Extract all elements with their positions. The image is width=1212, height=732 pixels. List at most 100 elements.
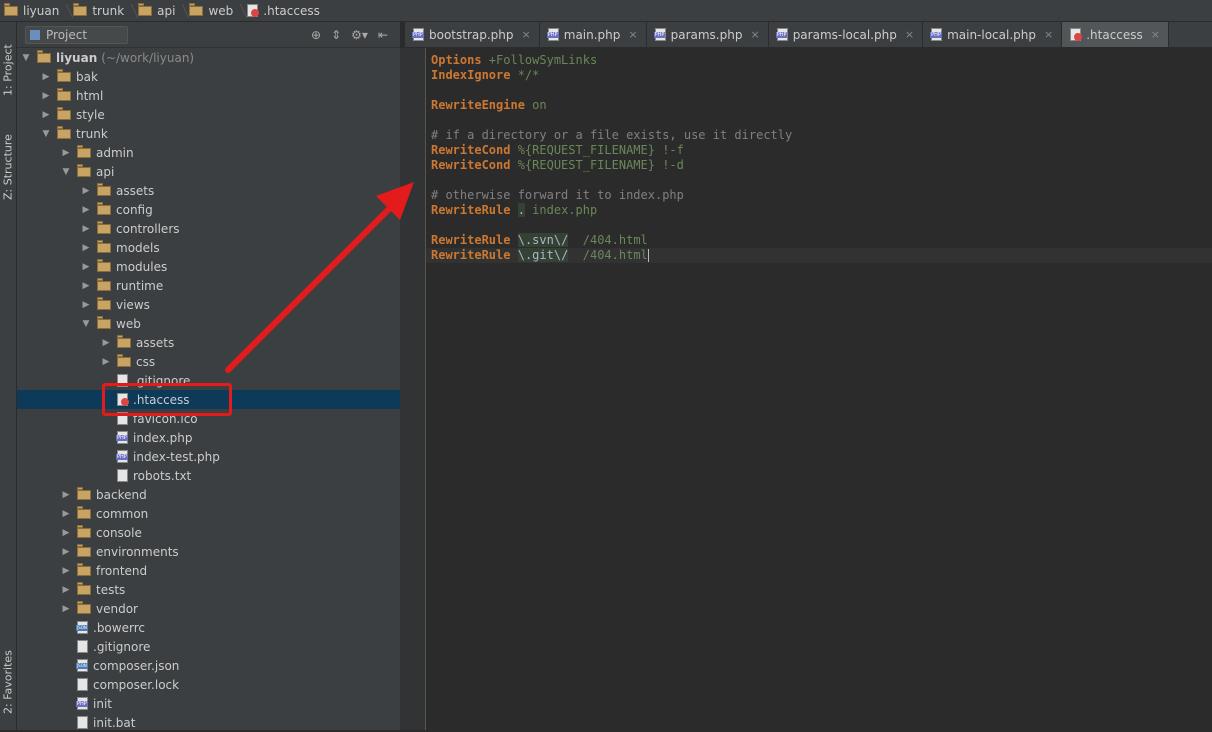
collapse-arrow-icon[interactable]: ▼ [39, 129, 53, 139]
editor-tab[interactable]: main-local.php × [923, 22, 1063, 47]
close-icon[interactable]: × [1044, 28, 1053, 41]
tree-folder[interactable]: ▶ environments [17, 542, 400, 561]
tree-file[interactable]: ▶favicon.ico [17, 409, 400, 428]
tree-folder[interactable]: ▶ tests [17, 580, 400, 599]
tree-file[interactable]: ▶.bowerrc [17, 618, 400, 637]
tree-folder[interactable]: ▶ assets [17, 333, 400, 352]
expand-arrow-icon[interactable]: ▶ [39, 91, 53, 101]
expand-arrow-icon[interactable]: ▶ [79, 262, 93, 272]
code-editor[interactable]: Options +FollowSymLinks IndexIgnore */* R… [426, 48, 1212, 730]
collapse-arrow-icon[interactable]: ▼ [79, 319, 93, 329]
code-line: RewriteCond %{REQUEST_FILENAME} !-f [431, 143, 1212, 158]
tree-folder[interactable]: ▶ assets [17, 181, 400, 200]
close-icon[interactable]: × [1151, 28, 1160, 41]
expand-arrow-icon[interactable]: ▶ [39, 72, 53, 82]
tree-folder[interactable]: ▶ vendor [17, 599, 400, 618]
tree-file[interactable]: ▶.htaccess [17, 390, 400, 409]
close-icon[interactable]: × [905, 28, 914, 41]
breadcrumb-item[interactable]: liyuan [4, 0, 73, 22]
tree-folder[interactable]: ▶ models [17, 238, 400, 257]
gear-icon[interactable]: ⚙▾ [351, 28, 368, 42]
close-icon[interactable]: × [750, 28, 759, 41]
tree-file[interactable]: ▶robots.txt [17, 466, 400, 485]
editor-tab[interactable]: main.php × [540, 22, 647, 47]
code-token: %{REQUEST_FILENAME} !-d [510, 158, 684, 172]
folder-icon [117, 353, 131, 367]
expand-arrow-icon[interactable]: ▶ [79, 243, 93, 253]
tree-folder[interactable]: ▶ common [17, 504, 400, 523]
expand-arrow-icon[interactable]: ▶ [59, 490, 73, 500]
tree-item-label: common [96, 506, 149, 521]
tree-file[interactable]: ▶composer.json [17, 656, 400, 675]
tree-file[interactable]: ▶index.php [17, 428, 400, 447]
tree-folder[interactable]: ▶ bak [17, 67, 400, 86]
folder-icon [77, 163, 91, 177]
expand-arrow-icon[interactable]: ▶ [79, 300, 93, 310]
breadcrumb-item[interactable]: web [189, 0, 247, 22]
expand-arrow-icon[interactable]: ▶ [79, 205, 93, 215]
code-token: /404.html [568, 248, 648, 262]
htaccess-file-icon [247, 4, 260, 17]
tree-folder[interactable]: ▶ admin [17, 143, 400, 162]
tree-folder[interactable]: ▶ runtime [17, 276, 400, 295]
tree-folder[interactable]: ▼ web [17, 314, 400, 333]
expand-arrow-icon[interactable]: ▶ [39, 110, 53, 120]
expand-arrow-icon[interactable]: ▶ [79, 186, 93, 196]
folder-icon [77, 486, 91, 500]
tree-folder[interactable]: ▶ css [17, 352, 400, 371]
expand-arrow-icon[interactable]: ▶ [79, 281, 93, 291]
tree-folder[interactable]: ▶ frontend [17, 561, 400, 580]
close-icon[interactable]: × [628, 28, 637, 41]
favorites-tool-tab[interactable]: 2: Favorites [0, 637, 16, 727]
tree-file[interactable]: ▶.gitignore [17, 371, 400, 390]
tree-folder[interactable]: ▶ config [17, 200, 400, 219]
project-tool-tab[interactable]: 1: Project [0, 30, 16, 110]
hide-panel-icon[interactable]: ⇤ [378, 28, 388, 42]
expand-arrow-icon[interactable]: ▶ [99, 338, 113, 348]
tree-file[interactable]: ▶init [17, 694, 400, 713]
tree-folder[interactable]: ▶ html [17, 86, 400, 105]
collapse-all-icon[interactable]: ⇕ [331, 28, 341, 42]
editor-tab[interactable]: params.php × [647, 22, 769, 47]
tree-folder[interactable]: ▶ backend [17, 485, 400, 504]
collapse-arrow-icon[interactable]: ▼ [59, 167, 73, 177]
project-view-selector[interactable]: Project [25, 25, 129, 44]
editor-tab[interactable]: params-local.php × [769, 22, 924, 47]
tree-folder[interactable]: ▶ console [17, 523, 400, 542]
tree-file[interactable]: ▶index-test.php [17, 447, 400, 466]
code-token: RewriteRule [431, 203, 511, 217]
expand-arrow-icon[interactable]: ▶ [99, 357, 113, 367]
breadcrumb-item[interactable]: trunk [73, 0, 138, 22]
php-file-icon [116, 450, 128, 463]
breadcrumb-item[interactable]: api [138, 0, 189, 22]
expand-arrow-icon[interactable]: ▶ [59, 528, 73, 538]
editor-tab[interactable]: .htaccess × [1062, 22, 1169, 47]
tree-folder[interactable]: ▶ controllers [17, 219, 400, 238]
tree-root[interactable]: ▼ liyuan (~/work/liyuan) [17, 48, 400, 67]
expand-arrow-icon[interactable]: ▶ [59, 509, 73, 519]
tree-file[interactable]: ▶composer.lock [17, 675, 400, 694]
expand-arrow-icon[interactable]: ▶ [59, 604, 73, 614]
folder-icon [77, 524, 91, 538]
scroll-from-source-icon[interactable]: ⊕ [311, 28, 321, 42]
tree-folder[interactable]: ▼ trunk [17, 124, 400, 143]
code-token: Options [431, 53, 482, 67]
structure-tool-tab[interactable]: Z: Structure [0, 122, 16, 212]
expand-arrow-icon[interactable]: ▶ [79, 224, 93, 234]
breadcrumb-item[interactable]: .htaccess [247, 0, 334, 22]
code-content[interactable]: Options +FollowSymLinks IndexIgnore */* R… [426, 53, 1212, 263]
close-icon[interactable]: × [522, 28, 531, 41]
tree-folder[interactable]: ▼ api [17, 162, 400, 181]
tree-folder[interactable]: ▶ modules [17, 257, 400, 276]
tree-file[interactable]: ▶init.bat [17, 713, 400, 732]
tree-folder[interactable]: ▶ views [17, 295, 400, 314]
expand-arrow-icon[interactable]: ▶ [59, 547, 73, 557]
tree-folder[interactable]: ▶ style [17, 105, 400, 124]
editor-tab[interactable]: bootstrap.php × [405, 22, 540, 47]
expand-arrow-icon[interactable]: ▼ [19, 53, 33, 63]
expand-arrow-icon[interactable]: ▶ [59, 148, 73, 158]
tree-file[interactable]: ▶.gitignore [17, 637, 400, 656]
expand-arrow-icon[interactable]: ▶ [59, 585, 73, 595]
expand-arrow-icon[interactable]: ▶ [59, 566, 73, 576]
